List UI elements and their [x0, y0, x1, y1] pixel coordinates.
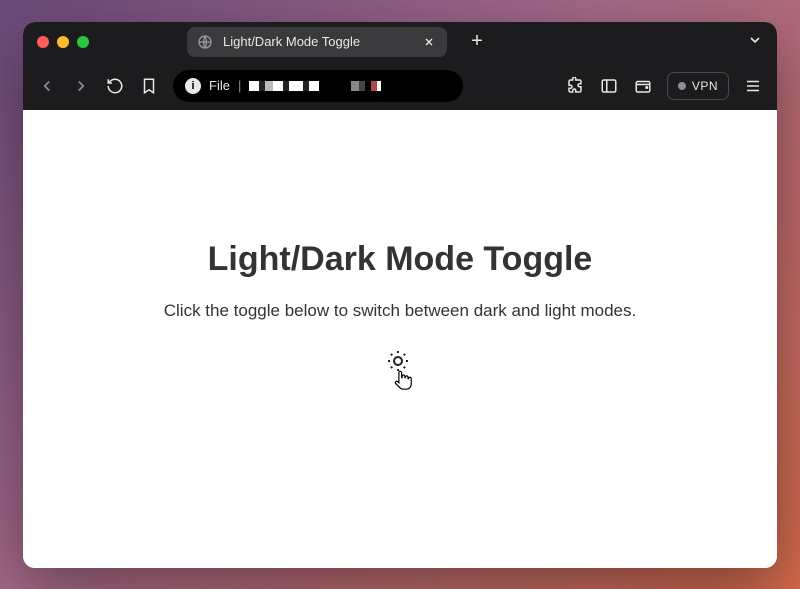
- page-subtitle: Click the toggle below to switch between…: [164, 301, 636, 321]
- tab-title: Light/Dark Mode Toggle: [223, 34, 411, 49]
- page-title: Light/Dark Mode Toggle: [208, 240, 593, 279]
- globe-icon: [197, 34, 213, 50]
- page-content: Light/Dark Mode Toggle Click the toggle …: [23, 110, 777, 568]
- vpn-label: VPN: [692, 79, 718, 93]
- extensions-button[interactable]: [565, 76, 585, 96]
- reload-button[interactable]: [105, 76, 125, 96]
- menu-button[interactable]: [743, 76, 763, 96]
- forward-button[interactable]: [71, 76, 91, 96]
- traffic-lights: [37, 36, 89, 48]
- vpn-status-dot: [678, 82, 686, 90]
- site-info-icon[interactable]: i: [185, 78, 201, 94]
- vpn-button[interactable]: VPN: [667, 72, 729, 100]
- address-bar[interactable]: i File |: [173, 70, 463, 102]
- close-tab-button[interactable]: [421, 34, 437, 50]
- url-scheme: File: [209, 78, 230, 93]
- back-button[interactable]: [37, 76, 57, 96]
- theme-toggle-button[interactable]: [386, 349, 410, 373]
- new-tab-button[interactable]: +: [467, 30, 487, 53]
- url-path-obscured: [249, 79, 381, 93]
- bookmark-button[interactable]: [139, 76, 159, 96]
- browser-window: Light/Dark Mode Toggle + i File |: [23, 22, 777, 568]
- theme-toggle-wrap: [380, 349, 420, 403]
- sidebar-button[interactable]: [599, 76, 619, 96]
- tabs-overflow-button[interactable]: [747, 32, 763, 51]
- minimize-window-button[interactable]: [57, 36, 69, 48]
- titlebar: Light/Dark Mode Toggle +: [23, 22, 777, 62]
- wallet-button[interactable]: [633, 76, 653, 96]
- browser-tab[interactable]: Light/Dark Mode Toggle: [187, 27, 447, 57]
- toolbar: i File |: [23, 62, 777, 110]
- maximize-window-button[interactable]: [77, 36, 89, 48]
- close-window-button[interactable]: [37, 36, 49, 48]
